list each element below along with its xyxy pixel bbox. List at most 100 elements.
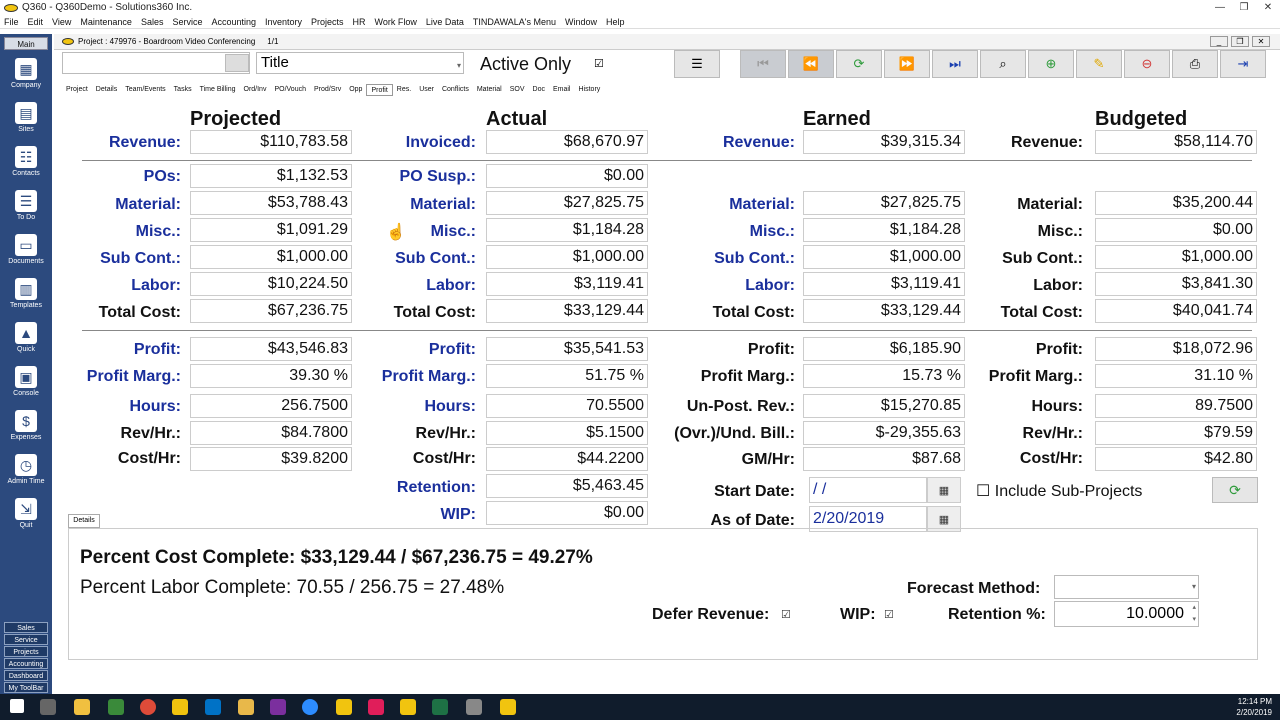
title-select[interactable]: Title ▾ [256, 52, 464, 74]
earned-profit-field[interactable]: $6,185.90 [803, 337, 965, 361]
earned-misc-field[interactable]: $1,184.28 [803, 218, 965, 242]
budgeted-misc-field[interactable]: $0.00 [1095, 218, 1257, 242]
tab-conflicts[interactable]: Conflicts [438, 84, 473, 96]
budgeted-profitmarg-field[interactable]: 31.10 % [1095, 364, 1257, 388]
tab-tasks[interactable]: Tasks [170, 84, 196, 96]
minimize-icon[interactable]: — [1208, 0, 1232, 15]
start-date-input[interactable]: / / [809, 477, 927, 503]
menu-file[interactable]: File [4, 17, 19, 27]
q360-icon[interactable] [500, 699, 516, 715]
refresh-button[interactable]: ⟳ [836, 50, 882, 78]
menu-edit[interactable]: Edit [28, 17, 44, 27]
tab-po-vouch[interactable]: PO/Vouch [270, 84, 310, 96]
app-icon[interactable] [466, 699, 482, 715]
tab-details-bottom[interactable]: Details [68, 514, 100, 528]
search-field-button[interactable] [225, 54, 249, 72]
projected-misc-field[interactable]: $1,091.29 [190, 218, 352, 242]
menu-maintenance[interactable]: Maintenance [80, 17, 132, 27]
budgeted-labor-field[interactable]: $3,841.30 [1095, 272, 1257, 296]
sidebar-item-contacts[interactable]: ☷ Contacts [0, 146, 52, 177]
sidebar-item-quick[interactable]: ▲ Quick [0, 322, 52, 353]
add-button[interactable]: ⊕ [1028, 50, 1074, 78]
search-input[interactable] [62, 52, 250, 74]
menu-accounting[interactable]: Accounting [211, 17, 256, 27]
actual-labor-field[interactable]: $3,119.41 [486, 272, 648, 296]
earned-unpost-field[interactable]: $15,270.85 [803, 394, 965, 418]
projected-pos-field[interactable]: $1,132.53 [190, 164, 352, 188]
tab-time-billing[interactable]: Time Billing [196, 84, 240, 96]
defer-revenue-checkbox[interactable]: ☑ [781, 608, 791, 621]
doc-minimize-icon[interactable]: _ [1210, 36, 1228, 47]
recalculate-button[interactable]: ⟳ [1212, 477, 1258, 503]
earned-ovrund-field[interactable]: $-29,355.63 [803, 421, 965, 445]
actual-revhr-field[interactable]: $5.1500 [486, 421, 648, 445]
budgeted-revhr-field[interactable]: $79.59 [1095, 421, 1257, 445]
windows-start-icon[interactable] [10, 699, 24, 713]
actual-misc-field[interactable]: $1,184.28 [486, 218, 648, 242]
menu-button[interactable]: ☰ [674, 50, 720, 78]
sidebar-item-documents[interactable]: ▭ Documents [0, 234, 52, 265]
projected-totalcost-field[interactable]: $67,236.75 [190, 299, 352, 323]
forecast-method-select[interactable]: ▾ [1054, 575, 1199, 599]
sidebar-item-company[interactable]: ▦ Company [0, 58, 52, 89]
sidebar-bottom-service[interactable]: Service [4, 634, 48, 645]
projected-profit-field[interactable]: $43,546.83 [190, 337, 352, 361]
menu-window[interactable]: Window [565, 17, 597, 27]
earned-revenue-field[interactable]: $39,315.34 [803, 130, 965, 154]
exit-button[interactable]: ⇥ [1220, 50, 1266, 78]
actual-hours-field[interactable]: 70.5500 [486, 394, 648, 418]
projected-costhr-field[interactable]: $39.8200 [190, 447, 352, 471]
actual-costhr-field[interactable]: $44.2200 [486, 447, 648, 471]
actual-retention-field[interactable]: $5,463.45 [486, 474, 648, 498]
tab-user[interactable]: User [415, 84, 438, 96]
projected-subcont-field[interactable]: $1,000.00 [190, 245, 352, 269]
sidebar-item-expenses[interactable]: $ Expenses [0, 410, 52, 441]
previous-record-button[interactable]: ⏪ [788, 50, 834, 78]
earned-subcont-field[interactable]: $1,000.00 [803, 245, 965, 269]
tab-sov[interactable]: SOV [506, 84, 529, 96]
actual-totalcost-field[interactable]: $33,129.44 [486, 299, 648, 323]
tab-prod-srv[interactable]: Prod/Srv [310, 84, 345, 96]
projected-revhr-field[interactable]: $84.7800 [190, 421, 352, 445]
menu-projects[interactable]: Projects [311, 17, 344, 27]
restore-icon[interactable]: ❐ [1232, 0, 1256, 15]
slack-icon[interactable] [368, 699, 384, 715]
tab-profit[interactable]: Profit [366, 84, 393, 96]
projected-material-field[interactable]: $53,788.43 [190, 191, 352, 215]
retention-pct-input[interactable]: 10.0000 ▴ ▾ [1054, 601, 1199, 627]
actual-profitmarg-field[interactable]: 51.75 % [486, 364, 648, 388]
file-explorer-icon[interactable] [74, 699, 90, 715]
actual-posusp-field[interactable]: $0.00 [486, 164, 648, 188]
menu-view[interactable]: View [52, 17, 71, 27]
app-icon[interactable] [238, 699, 254, 715]
actual-profit-field[interactable]: $35,541.53 [486, 337, 648, 361]
sidebar-item-sites[interactable]: ▤ Sites [0, 102, 52, 133]
wip-checkbox[interactable]: ☑ [884, 608, 894, 621]
projected-profitmarg-field[interactable]: 39.30 % [190, 364, 352, 388]
sidebar-bottom-dashboard[interactable]: Dashboard [4, 670, 48, 681]
sidebar-item-templates[interactable]: ▥ Templates [0, 278, 52, 309]
budgeted-hours-field[interactable]: 89.7500 [1095, 394, 1257, 418]
zoom-icon[interactable] [302, 699, 318, 715]
menu-custom[interactable]: TINDAWALA's Menu [473, 17, 556, 27]
menu-workflow[interactable]: Work Flow [375, 17, 417, 27]
earned-totalcost-field[interactable]: $33,129.44 [803, 299, 965, 323]
earned-material-field[interactable]: $27,825.75 [803, 191, 965, 215]
actual-wip-field[interactable]: $0.00 [486, 501, 648, 525]
tab-opp[interactable]: Opp [345, 84, 366, 96]
doc-restore-icon[interactable]: ❐ [1231, 36, 1249, 47]
onenote-icon[interactable] [270, 699, 286, 715]
sidebar-bottom-my-toolbar[interactable]: My ToolBar [4, 682, 48, 693]
tab-history[interactable]: History [575, 84, 605, 96]
budgeted-profit-field[interactable]: $18,072.96 [1095, 337, 1257, 361]
menu-sales[interactable]: Sales [141, 17, 164, 27]
menu-livedata[interactable]: Live Data [426, 17, 464, 27]
sidebar-main-tab[interactable]: Main [4, 37, 48, 50]
sidebar-bottom-projects[interactable]: Projects [4, 646, 48, 657]
sidebar-item-todo[interactable]: ☰ To Do [0, 190, 52, 221]
sidebar-item-console[interactable]: ▣ Console [0, 366, 52, 397]
earned-profitmarg-field[interactable]: 15.73 % [803, 364, 965, 388]
find-button[interactable]: ⌕ [980, 50, 1026, 78]
sidebar-item-quit[interactable]: ⇲ Quit [0, 498, 52, 529]
tab-details[interactable]: Details [92, 84, 121, 96]
